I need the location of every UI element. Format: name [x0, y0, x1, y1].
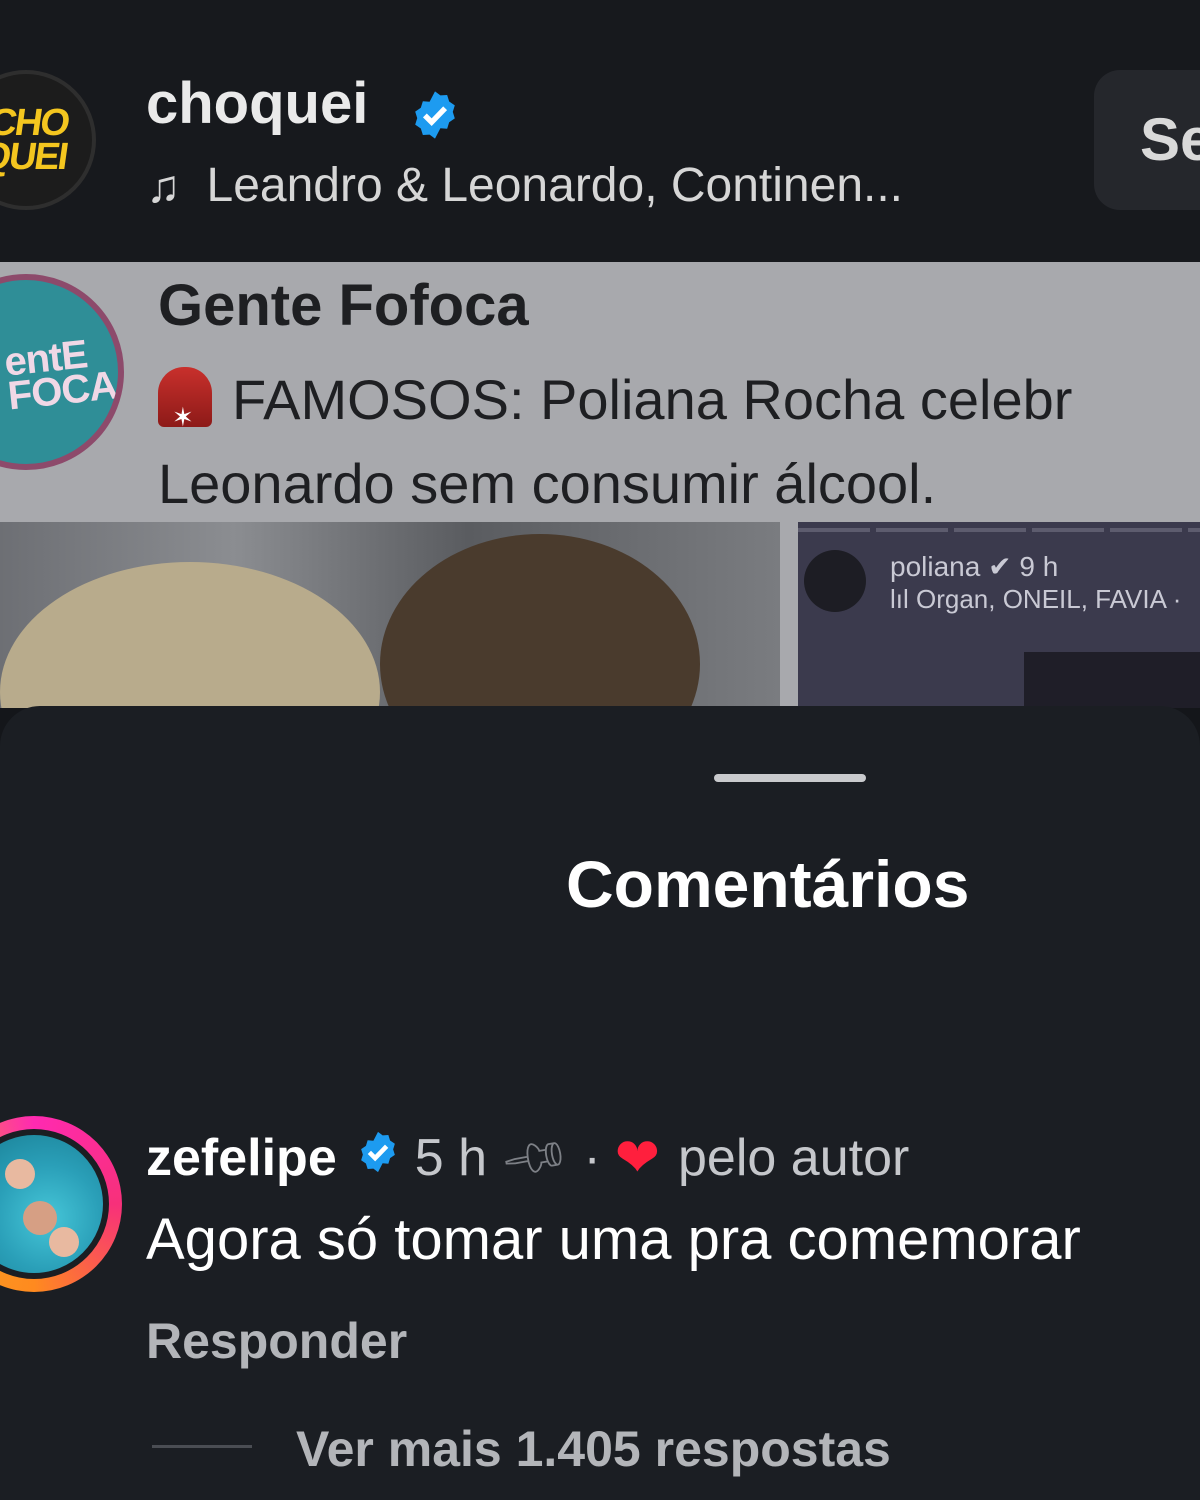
audio-bars-icon: lıl — [890, 584, 916, 614]
shared-story-screenshot: poliana ✔ 9 h lıl Organ, ONEIL, FAVIA · — [798, 522, 1200, 708]
comments-sheet: Comentários zefelipe 5 h 📌︎ · ❤ pelo aut… — [0, 706, 1200, 1500]
shared-source-name: Gente Fofoca — [158, 273, 529, 338]
story-verified-icon: ✔ — [988, 551, 1020, 582]
story-music: lıl Organ, ONEIL, FAVIA · — [890, 584, 1182, 614]
story-header: poliana ✔ 9 h — [890, 551, 1059, 582]
follow-button[interactable]: Se — [1094, 70, 1200, 210]
music-label: Leandro & Leonardo, Continen... — [206, 159, 904, 212]
story-progress-bar — [798, 528, 1200, 532]
liked-by-author: pelo autor — [678, 1128, 910, 1187]
story-avatar — [804, 550, 866, 612]
separator: · — [583, 1128, 601, 1187]
account-name[interactable]: choquei — [146, 70, 368, 137]
heart-icon: ❤ — [614, 1128, 661, 1188]
pin-icon: 📌︎ — [497, 1119, 576, 1196]
sheet-title: Comentários — [566, 847, 970, 921]
avatar-photo — [0, 1129, 109, 1279]
siren-icon — [158, 367, 212, 459]
account-avatar[interactable]: CHO QUEI — [0, 70, 96, 210]
sheet-drag-handle[interactable] — [714, 774, 866, 782]
verified-badge-icon — [355, 1128, 401, 1188]
comment-username[interactable]: zefelipe — [146, 1128, 337, 1188]
reply-button[interactable]: Responder — [146, 1312, 407, 1370]
comment-meta: zefelipe 5 h 📌︎ · ❤ pelo autor — [146, 1119, 910, 1195]
shared-headline: FAMOSOS: Poliana Rocha celebr Leonardo s… — [158, 358, 1200, 526]
comment-text: Agora só tomar uma pra comemorar — [146, 1207, 1081, 1272]
view-more-replies-button[interactable]: Ver mais 1.405 respostas — [296, 1420, 891, 1478]
shared-source-avatar: entE FOCA — [0, 274, 124, 470]
shared-photo-main — [0, 522, 780, 708]
shared-source-logo: entE FOCA — [2, 332, 120, 419]
verified-badge-icon — [408, 88, 462, 147]
account-logo: CHO QUEI — [0, 102, 71, 178]
replies-divider — [152, 1445, 252, 1448]
music-row[interactable]: ♫ Leandro & Leonardo, Continen... — [146, 158, 903, 213]
post-header: CHO QUEI choquei ♫ Leandro & Leonardo, C… — [0, 0, 1200, 262]
music-note-icon: ♫ — [146, 159, 181, 212]
comment-time: 5 h — [414, 1128, 488, 1187]
comment-avatar[interactable] — [0, 1116, 122, 1292]
